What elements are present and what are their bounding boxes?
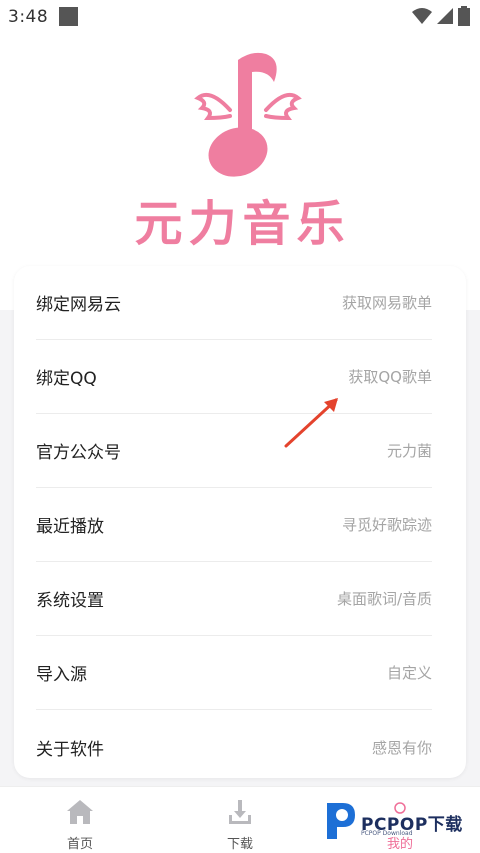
- menu-item-value: 自定义: [386, 664, 432, 682]
- menu-item-label: 关于软件: [36, 739, 104, 760]
- nav-download[interactable]: 下载: [160, 787, 320, 853]
- menu-item-value: 感恩有你: [371, 738, 432, 757]
- watermark: PCPOP下载 PCPOP Download: [323, 797, 473, 843]
- menu-item-official-account[interactable]: 官方公众号 元力菌: [36, 414, 432, 488]
- nav-label: 首页: [66, 837, 93, 852]
- app-name: 元力音乐: [134, 196, 351, 252]
- status-icons: [412, 6, 470, 26]
- menu-item-value: 获取网易歌单: [341, 294, 432, 312]
- menu-item-label: 官方公众号: [36, 443, 121, 463]
- battery-icon: [458, 6, 470, 26]
- menu-card: 绑定网易云 获取网易歌单 绑定QQ 获取QQ歌单 官方公众号 元力菌 最近播放 …: [14, 266, 466, 778]
- menu-item-label: 导入源: [36, 665, 87, 685]
- menu-item-recent-play[interactable]: 最近播放 寻觅好歌踪迹: [36, 488, 432, 562]
- signal-icon: [437, 8, 453, 24]
- menu-item-label: 绑定QQ: [36, 369, 97, 389]
- nav-home[interactable]: 首页: [0, 787, 160, 853]
- watermark-logo-icon: [327, 803, 355, 839]
- menu-item-value: 元力菌: [386, 442, 432, 460]
- notification-icon: [59, 7, 78, 26]
- wifi-icon: [412, 8, 432, 24]
- app-logo: 元力音乐: [130, 48, 355, 253]
- menu-item-bind-netease[interactable]: 绑定网易云 获取网易歌单: [36, 266, 432, 340]
- download-icon: [225, 797, 255, 827]
- menu-item-import-source[interactable]: 导入源 自定义: [36, 636, 432, 710]
- menu-item-label: 绑定网易云: [36, 295, 121, 315]
- status-time: 3:48: [8, 7, 49, 27]
- nav-label: 下载: [226, 837, 253, 852]
- menu-item-bind-qq[interactable]: 绑定QQ 获取QQ歌单: [36, 340, 432, 414]
- home-icon: [65, 797, 95, 827]
- menu-item-about[interactable]: 关于软件 感恩有你: [36, 710, 432, 784]
- menu-item-value: 获取QQ歌单: [348, 368, 432, 386]
- watermark-subtext: PCPOP Download: [361, 830, 413, 837]
- menu-item-value: 寻觅好歌踪迹: [341, 516, 432, 534]
- music-note-icon: [194, 52, 302, 177]
- status-bar: 3:48: [0, 0, 480, 34]
- menu-item-label: 最近播放: [36, 517, 104, 537]
- menu-item-settings[interactable]: 系统设置 桌面歌词/音质: [36, 562, 432, 636]
- menu-item-value: 桌面歌词/音质: [336, 590, 432, 608]
- menu-item-label: 系统设置: [36, 591, 104, 611]
